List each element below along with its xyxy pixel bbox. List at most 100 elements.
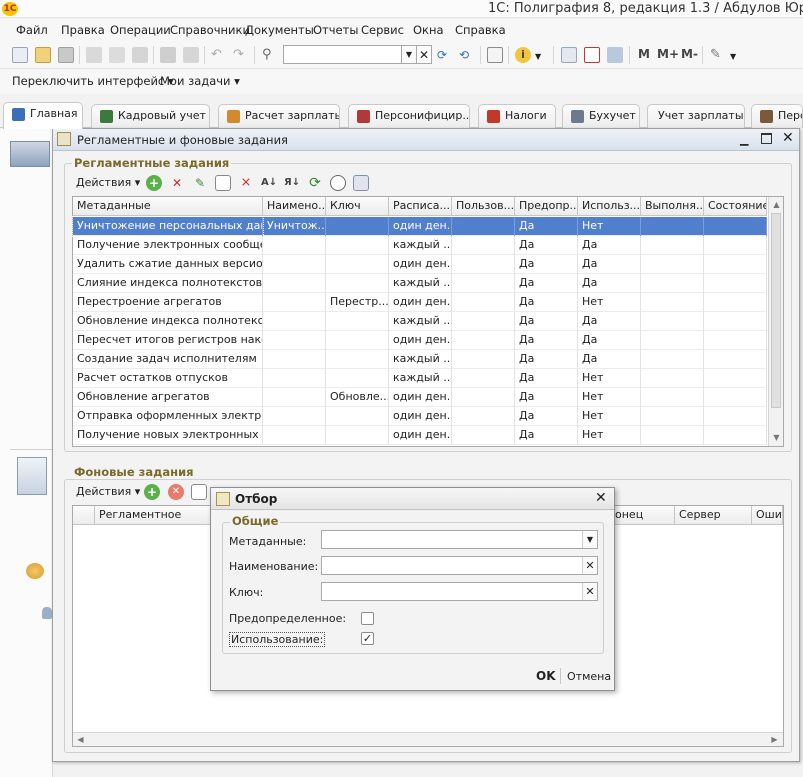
group-icon[interactable] [26,563,44,579]
edit-icon[interactable]: ✎ [192,175,208,191]
close-icon[interactable]: ✕ [595,490,607,506]
sort-asc-icon[interactable]: A↓ [261,175,277,191]
switch-interface-button[interactable]: Переключить интерфейс ▾ [12,74,174,88]
menu-help[interactable]: Справка [455,23,506,37]
calculator-icon[interactable] [561,47,577,63]
scroll-down-icon[interactable]: ▼ [769,430,784,445]
menu-documents[interactable]: Документы [245,23,314,37]
open-folder-icon[interactable] [35,47,51,63]
search-input[interactable] [283,45,402,64]
menu-windows[interactable]: Окна [413,23,444,37]
paste-icon[interactable] [132,47,148,63]
column-header[interactable]: Выполня... [641,197,704,216]
menu-edit[interactable]: Правка [61,23,105,37]
search-dropdown-button[interactable]: ▼ [402,45,417,64]
memory-store-button[interactable]: M [638,47,650,61]
filter-icon[interactable] [191,484,207,500]
app-logo-icon[interactable]: 1С [2,2,18,16]
info-icon[interactable]: i [515,47,531,63]
menu-file[interactable]: Файл [16,23,48,37]
settings-dropdown-icon[interactable]: ▼ [730,47,738,63]
name-field[interactable]: ✕ [321,556,598,575]
preview-icon[interactable] [183,47,199,63]
menu-service[interactable]: Сервис [361,23,404,37]
filter-icon[interactable] [215,175,231,191]
column-header[interactable]: Сервер [675,506,752,525]
metadata-dropdown-button[interactable]: ▼ [582,531,597,548]
tab-taxes[interactable]: Налоги [478,104,556,128]
delete-icon[interactable]: ✕ [169,175,185,191]
table-row[interactable]: Уничтожение персональных данн...Уничтож.… [72,216,767,237]
schedule-clock-icon[interactable] [330,175,346,191]
tab-payroll-calc[interactable]: Расчет зарплаты [218,104,340,128]
find-prev-icon[interactable]: ⟲ [459,47,475,63]
scroll-right-icon[interactable]: ▶ [767,732,782,747]
search-clear-button[interactable]: ✕ [417,45,432,64]
table-row[interactable]: Перестроение агрегатов Перестр... один ден… [73,293,767,312]
background-actions-menu[interactable]: Действия ▾ [76,485,140,498]
clear-filter-icon[interactable]: ⨯ [238,175,254,191]
print-icon[interactable] [160,47,176,63]
redo-icon[interactable]: ↷ [233,47,249,63]
tab-main[interactable]: Главная [3,102,83,129]
column-header[interactable]: онец [615,506,675,525]
column-header[interactable]: Метаданные [73,197,263,216]
memory-subtract-button[interactable]: M- [681,47,698,61]
undo-icon[interactable]: ↶ [211,47,227,63]
column-header[interactable]: Предопр... [515,197,578,216]
column-header[interactable]: Пользов... [452,197,515,216]
table-row[interactable]: Слияние индекса полнотекстовог... каждый … [73,274,767,293]
memory-add-button[interactable]: M+ [657,47,679,61]
cancel-button[interactable]: Отмена [567,670,611,683]
key-clear-button[interactable]: ✕ [582,583,597,600]
column-header[interactable] [73,506,95,525]
scroll-thumb[interactable] [771,213,781,408]
find-next-icon[interactable]: ⟳ [437,47,453,63]
vertical-scrollbar[interactable]: ▲ ▼ [768,197,783,446]
calendar-icon[interactable] [584,47,600,63]
predefined-checkbox[interactable] [361,612,374,625]
table-row[interactable]: Создание задач исполнителям каждый ... Да Д… [73,350,767,369]
tab-pers[interactable]: Перс [751,104,803,128]
name-clear-button[interactable]: ✕ [582,557,597,574]
column-header[interactable]: Использ... [578,197,641,216]
add-icon[interactable]: + [144,484,160,500]
new-document-icon[interactable] [12,47,28,63]
table-row[interactable]: Обновление индекса полнотекст... каждый .… [73,312,767,331]
users-icon[interactable] [607,47,623,63]
window-icon[interactable] [487,47,503,63]
table-row[interactable]: Расчет остатков отпусков каждый ... Да Нет [73,369,767,388]
tab-accounting[interactable]: Бухучет [562,104,640,128]
save-icon[interactable] [58,47,74,63]
add-icon[interactable]: + [146,175,162,191]
column-header[interactable]: Оши [752,506,783,525]
tab-payroll-accounting[interactable]: Учет зарплаты [647,104,745,128]
scroll-left-icon[interactable]: ◀ [73,732,88,747]
table-row[interactable]: Получение новых электронных до... один де… [73,426,767,445]
scheduled-actions-menu[interactable]: Действия ▾ [76,176,140,189]
column-header[interactable]: Ключ [326,197,389,216]
column-header[interactable]: Состояние [704,197,767,216]
table-row[interactable]: Получение электронных сообщен... каждый .… [73,236,767,255]
close-icon[interactable]: ✕ [782,130,794,146]
menu-catalogs[interactable]: Справочники [170,23,250,37]
sort-desc-icon[interactable]: Я↓ [284,175,300,191]
column-header[interactable]: Наимено... [263,197,326,216]
metadata-field[interactable]: ▼ [321,530,598,549]
copy-icon[interactable] [109,47,125,63]
settings-list-icon[interactable] [353,175,369,191]
menu-reports[interactable]: Отчеты [313,23,358,37]
ok-button[interactable]: OK [536,669,556,683]
key-field[interactable]: ✕ [321,582,598,601]
table-row[interactable]: Пересчет итогов регистров накоп... один д… [73,331,767,350]
search-icon[interactable]: ⚲ [262,47,278,63]
user-icon[interactable] [42,607,52,619]
minimize-icon[interactable]: ▁ [740,133,748,146]
table-row[interactable]: Отправка оформленных электрон... один ден… [73,407,767,426]
menu-operations[interactable]: Операции [110,23,171,37]
column-header[interactable]: Расписа... [389,197,452,216]
maximize-icon[interactable] [761,133,772,144]
table-row[interactable]: Обновление агрегатов Обновле... один ден..… [73,388,767,407]
table-row[interactable]: Удалить сжатие данных версион... один ден… [73,255,767,274]
cut-icon[interactable] [86,47,102,63]
